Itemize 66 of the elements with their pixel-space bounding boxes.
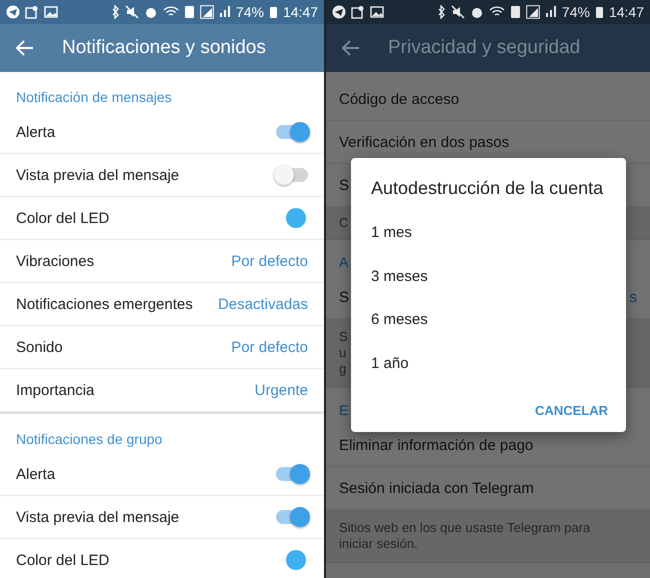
setting-label: Vista previa del mensaje [16, 508, 180, 526]
setting-label: Notificaciones emergentes [16, 296, 193, 312]
toggle-switch[interactable] [276, 168, 308, 182]
battery-icon [268, 5, 278, 19]
setting-label: Alerta [16, 124, 56, 140]
setting-value[interactable]: Por defecto [231, 252, 308, 270]
dialog-option[interactable]: 6 meses [351, 298, 626, 342]
setting-value: s [630, 288, 637, 306]
dialog-option[interactable]: 1 año [351, 342, 626, 385]
dialog-option[interactable]: 3 meses [351, 254, 626, 298]
setting-value[interactable]: Por defecto [231, 338, 308, 356]
sim-icon [510, 5, 521, 19]
battery-icon [594, 5, 604, 19]
note-text: Sitios web en los que usaste Telegram para [339, 520, 590, 536]
bluetooth-icon [110, 5, 120, 19]
screen-title: Privacidad y seguridad [388, 37, 580, 59]
section-header: Notificaciones de grupo [15, 430, 164, 449]
battery-level: 74% [236, 4, 264, 20]
image-icon [370, 5, 384, 19]
note-text: g [339, 361, 346, 377]
back-arrow-icon[interactable] [342, 40, 360, 56]
setting-label: Importancia [16, 382, 94, 398]
setting-label: Código de acceso [339, 90, 460, 108]
mute-icon [450, 5, 465, 19]
cancel-button[interactable]: CANCELAR [529, 397, 614, 424]
setting-label: S [339, 288, 350, 306]
setting-label: Eliminar información de pago [339, 436, 534, 454]
setting-value[interactable]: Urgente [254, 382, 308, 398]
telegram-icon [332, 5, 346, 19]
toggle-switch[interactable] [276, 467, 308, 481]
sim-icon [184, 5, 195, 19]
signal-icon [200, 5, 214, 19]
setting-label: S [339, 176, 350, 194]
setting-label: Vibraciones [16, 252, 94, 270]
setting-label: Sonido [16, 338, 63, 356]
note-text: C [339, 215, 348, 231]
mute-icon [124, 5, 139, 19]
setting-label: Vista previa del mensaje [16, 166, 180, 184]
setting-label: Verificación en dos pasos [339, 134, 510, 150]
setting-label: Color del LED [16, 210, 110, 226]
clock-time: 14:47 [608, 4, 644, 20]
toggle-switch[interactable] [276, 125, 308, 139]
dialog-option[interactable]: 1 mes [351, 211, 626, 254]
telegram-icon [6, 5, 20, 19]
battery-level: 74% [562, 4, 590, 20]
setting-label: Alerta [16, 466, 56, 482]
led-color-dot[interactable] [286, 208, 306, 228]
note-text: S [339, 329, 348, 345]
section-header: A [339, 254, 348, 270]
led-color-dot[interactable] [286, 550, 306, 570]
dialog-title: Autodestrucción de la cuenta [370, 178, 604, 200]
screen-title: Notificaciones y sonidos [62, 37, 266, 59]
setting-value[interactable]: Desactivadas [218, 296, 308, 312]
toggle-switch[interactable] [276, 510, 308, 524]
section-header: Notificación de mensajes [15, 88, 173, 107]
section-header: E [339, 402, 348, 418]
signal-icon [218, 5, 231, 19]
signal-icon [526, 5, 540, 19]
note-text: iniciar sesión. [339, 536, 418, 552]
signal-icon [544, 5, 557, 19]
image-icon [44, 5, 58, 19]
setting-label: Color del LED [16, 552, 110, 568]
clock-time: 14:47 [282, 4, 318, 20]
note-text: u [339, 345, 346, 361]
bluetooth-icon [436, 5, 446, 19]
setting-label: Sesión iniciada con Telegram [339, 480, 534, 496]
